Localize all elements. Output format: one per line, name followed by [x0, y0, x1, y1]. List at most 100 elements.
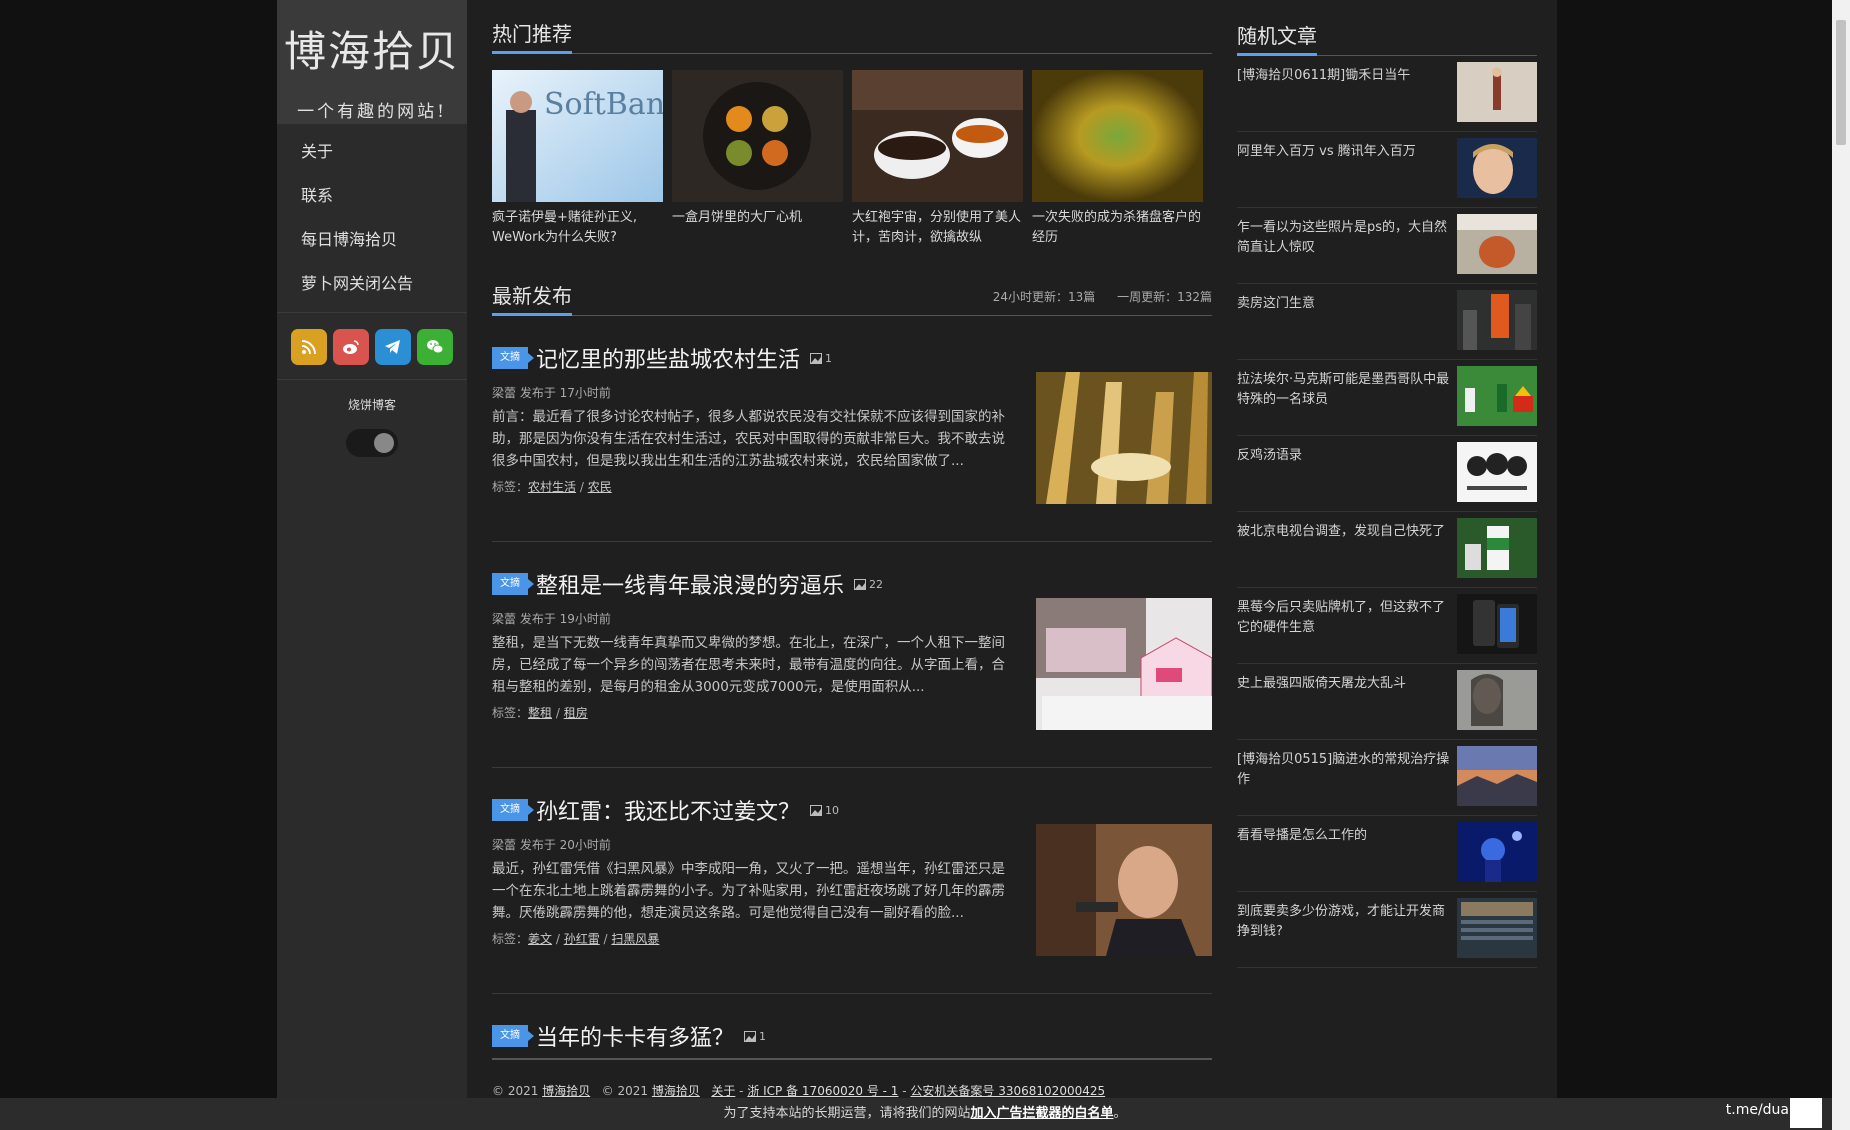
- banner-end: 。: [1113, 1106, 1127, 1121]
- nav-item-contact[interactable]: 联系: [277, 174, 467, 218]
- random-article[interactable]: [博海拾贝0515]脑进水的常规治疗操作: [1237, 740, 1537, 816]
- rss-icon[interactable]: [291, 329, 327, 365]
- footer-police-link[interactable]: 公安机关备案号 33068102000425: [910, 1084, 1105, 1098]
- theme-label: 烧饼博客: [347, 398, 396, 412]
- post-title[interactable]: 孙红雷：我还比不过姜文？: [536, 794, 800, 826]
- post-title[interactable]: 整租是一线青年最浪漫的穷逼乐: [536, 568, 844, 600]
- dark-mode-toggle[interactable]: [346, 429, 398, 457]
- tag-link[interactable]: 整租: [528, 706, 552, 720]
- random-article[interactable]: 阿里年入百万 vs 腾讯年入百万: [1237, 132, 1537, 208]
- hot-card[interactable]: 大红袍宇宙，分别使用了美人计，苦肉计，欲擒故纵: [852, 70, 1023, 250]
- footer-icp-link[interactable]: 浙 ICP 备 17060020 号 - 1: [747, 1084, 898, 1098]
- category-badge[interactable]: 文摘: [492, 1025, 534, 1047]
- random-article-thumb[interactable]: [1457, 290, 1537, 350]
- random-article[interactable]: 看看导播是怎么工作的: [1237, 816, 1537, 892]
- random-article-thumb[interactable]: [1457, 442, 1537, 502]
- category-badge[interactable]: 文摘: [492, 799, 534, 821]
- telegram-icon[interactable]: [375, 329, 411, 365]
- random-article-thumb[interactable]: [1457, 518, 1537, 578]
- post-title[interactable]: 当年的卡卡有多猛？: [536, 1020, 734, 1052]
- random-article-thumb[interactable]: [1457, 366, 1537, 426]
- whitelist-link[interactable]: 加入广告拦截器的白名单: [970, 1106, 1113, 1121]
- tag-link[interactable]: 姜文: [528, 932, 552, 946]
- hot-caption[interactable]: 一盒月饼里的大厂心机: [672, 208, 843, 250]
- random-article-thumb[interactable]: [1457, 594, 1537, 654]
- image-icon: [810, 804, 823, 816]
- weibo-icon[interactable]: [333, 329, 369, 365]
- post-item: 文摘 整租是一线青年最浪漫的穷逼乐 22 梁蕾 发布于 19小时前 整租，是当下…: [492, 542, 1212, 768]
- post-meta: 梁蕾 发布于 19小时前: [492, 612, 611, 626]
- random-article-thumb[interactable]: [1457, 670, 1537, 730]
- random-article-title[interactable]: [博海拾贝0515]脑进水的常规治疗操作: [1237, 750, 1452, 790]
- tag-link[interactable]: 农民: [588, 480, 612, 494]
- random-article[interactable]: 反鸡汤语录: [1237, 436, 1537, 512]
- random-article-title[interactable]: 卖房这门生意: [1237, 294, 1452, 314]
- page-scrollbar[interactable]: [1832, 0, 1850, 1130]
- hot-card[interactable]: 一次失败的成为杀猪盘客户的经历: [1032, 70, 1203, 250]
- hot-image-sunflower[interactable]: [1032, 70, 1203, 202]
- wechat-icon[interactable]: [417, 329, 453, 365]
- hot-image-mooncake[interactable]: [672, 70, 843, 202]
- post-excerpt: 整租，是当下无数一线青年真挚而又卑微的梦想。在北上，在深广，一个人租下一整间房，…: [492, 635, 1005, 695]
- post-thumbnail[interactable]: [1036, 372, 1212, 504]
- random-article-title[interactable]: 到底要卖多少份游戏，才能让开发商挣到钱?: [1237, 902, 1452, 942]
- random-article[interactable]: 到底要卖多少份游戏，才能让开发商挣到钱?: [1237, 892, 1537, 968]
- random-article-thumb[interactable]: [1457, 746, 1537, 806]
- random-article[interactable]: 乍一看以为这些照片是ps的，大自然简直让人惊叹: [1237, 208, 1537, 284]
- random-article-title[interactable]: 反鸡汤语录: [1237, 446, 1452, 466]
- image-count: 1: [744, 1030, 766, 1043]
- random-article[interactable]: 拉法埃尔·马克斯可能是墨西哥队中最特殊的一名球员: [1237, 360, 1537, 436]
- site-title[interactable]: 博海拾贝: [277, 18, 467, 79]
- random-article-thumb[interactable]: [1457, 62, 1537, 122]
- random-article[interactable]: 黑莓今后只卖贴牌机了，但这救不了它的硬件生意: [1237, 588, 1537, 664]
- footer-copyright: © 2021: [492, 1084, 539, 1098]
- post-thumbnail[interactable]: [1036, 824, 1212, 956]
- left-sidebar: 博海拾贝 一个有趣的网站! 关于 联系 每日博海拾贝 萝卜网关闭公告 烧饼博客: [277, 0, 467, 1130]
- nav-item-notice[interactable]: 萝卜网关闭公告: [277, 262, 467, 306]
- post-meta: 梁蕾 发布于 20小时前: [492, 838, 611, 852]
- scrollbar-thumb[interactable]: [1836, 20, 1846, 145]
- random-article[interactable]: [博海拾贝0611期]锄禾日当午: [1237, 56, 1537, 132]
- hot-caption[interactable]: 一次失败的成为杀猪盘客户的经历: [1032, 208, 1203, 250]
- random-article-title[interactable]: 被北京电视台调查，发现自己快死了: [1237, 522, 1452, 542]
- random-article-title[interactable]: 拉法埃尔·马克斯可能是墨西哥队中最特殊的一名球员: [1237, 370, 1452, 410]
- tag-link[interactable]: 扫黑风暴: [611, 932, 659, 946]
- post-excerpt: 最近，孙红雷凭借《扫黑风暴》中李成阳一角，又火了一把。遥想当年，孙红雷还只是一个…: [492, 861, 1005, 921]
- footer-site-link[interactable]: 博海拾贝: [652, 1084, 700, 1098]
- post-title[interactable]: 记忆里的那些盐城农村生活: [536, 342, 800, 374]
- category-badge[interactable]: 文摘: [492, 573, 534, 595]
- hot-card[interactable]: 一盒月饼里的大厂心机: [672, 70, 843, 250]
- random-article[interactable]: 史上最强四版倚天屠龙大乱斗: [1237, 664, 1537, 740]
- category-badge[interactable]: 文摘: [492, 347, 534, 369]
- random-article[interactable]: 被北京电视台调查，发现自己快死了: [1237, 512, 1537, 588]
- site-brand[interactable]: 博海拾贝 一个有趣的网站!: [277, 0, 467, 124]
- footer-about-link[interactable]: 关于: [711, 1084, 735, 1098]
- random-article-thumb[interactable]: [1457, 822, 1537, 882]
- random-article-title[interactable]: 史上最强四版倚天屠龙大乱斗: [1237, 674, 1452, 694]
- hot-caption[interactable]: 疯子诺伊曼+赌徒孙正义, WeWork为什么失败?: [492, 208, 663, 250]
- tag-link[interactable]: 孙红雷: [564, 932, 600, 946]
- nav-item-daily[interactable]: 每日博海拾贝: [277, 218, 467, 262]
- random-article-thumb[interactable]: [1457, 898, 1537, 958]
- footer-site-link[interactable]: 博海拾贝: [542, 1084, 590, 1098]
- social-links: [277, 312, 467, 380]
- hot-grid: SoftBank 疯子诺伊曼+赌徒孙正义, WeWork为什么失败? 一盒月饼里…: [492, 70, 1212, 250]
- random-article-title[interactable]: 阿里年入百万 vs 腾讯年入百万: [1237, 142, 1452, 162]
- random-article-thumb[interactable]: [1457, 214, 1537, 274]
- tag-link[interactable]: 农村生活: [528, 480, 576, 494]
- tag-link[interactable]: 租房: [564, 706, 588, 720]
- random-article-title[interactable]: 黑莓今后只卖贴牌机了，但这救不了它的硬件生意: [1237, 598, 1452, 638]
- hot-card[interactable]: SoftBank 疯子诺伊曼+赌徒孙正义, WeWork为什么失败?: [492, 70, 663, 250]
- hot-image-softbank[interactable]: SoftBank: [492, 70, 663, 202]
- random-article-title[interactable]: 看看导播是怎么工作的: [1237, 826, 1452, 846]
- random-article-thumb[interactable]: [1457, 138, 1537, 198]
- nav-item-about[interactable]: 关于: [277, 130, 467, 174]
- random-article-title[interactable]: 乍一看以为这些照片是ps的，大自然简直让人惊叹: [1237, 218, 1452, 258]
- post-thumbnail[interactable]: [1036, 598, 1212, 730]
- hot-section-header: 热门推荐: [492, 0, 1212, 54]
- random-article-title[interactable]: [博海拾贝0611期]锄禾日当午: [1237, 66, 1452, 86]
- hot-caption[interactable]: 大红袍宇宙，分别使用了美人计，苦肉计，欲擒故纵: [852, 208, 1023, 250]
- random-article[interactable]: 卖房这门生意: [1237, 284, 1537, 360]
- hot-image-tea[interactable]: [852, 70, 1023, 202]
- adblock-banner: 为了支持本站的长期运营，请将我们的网站加入广告拦截器的白名单。: [0, 1098, 1850, 1130]
